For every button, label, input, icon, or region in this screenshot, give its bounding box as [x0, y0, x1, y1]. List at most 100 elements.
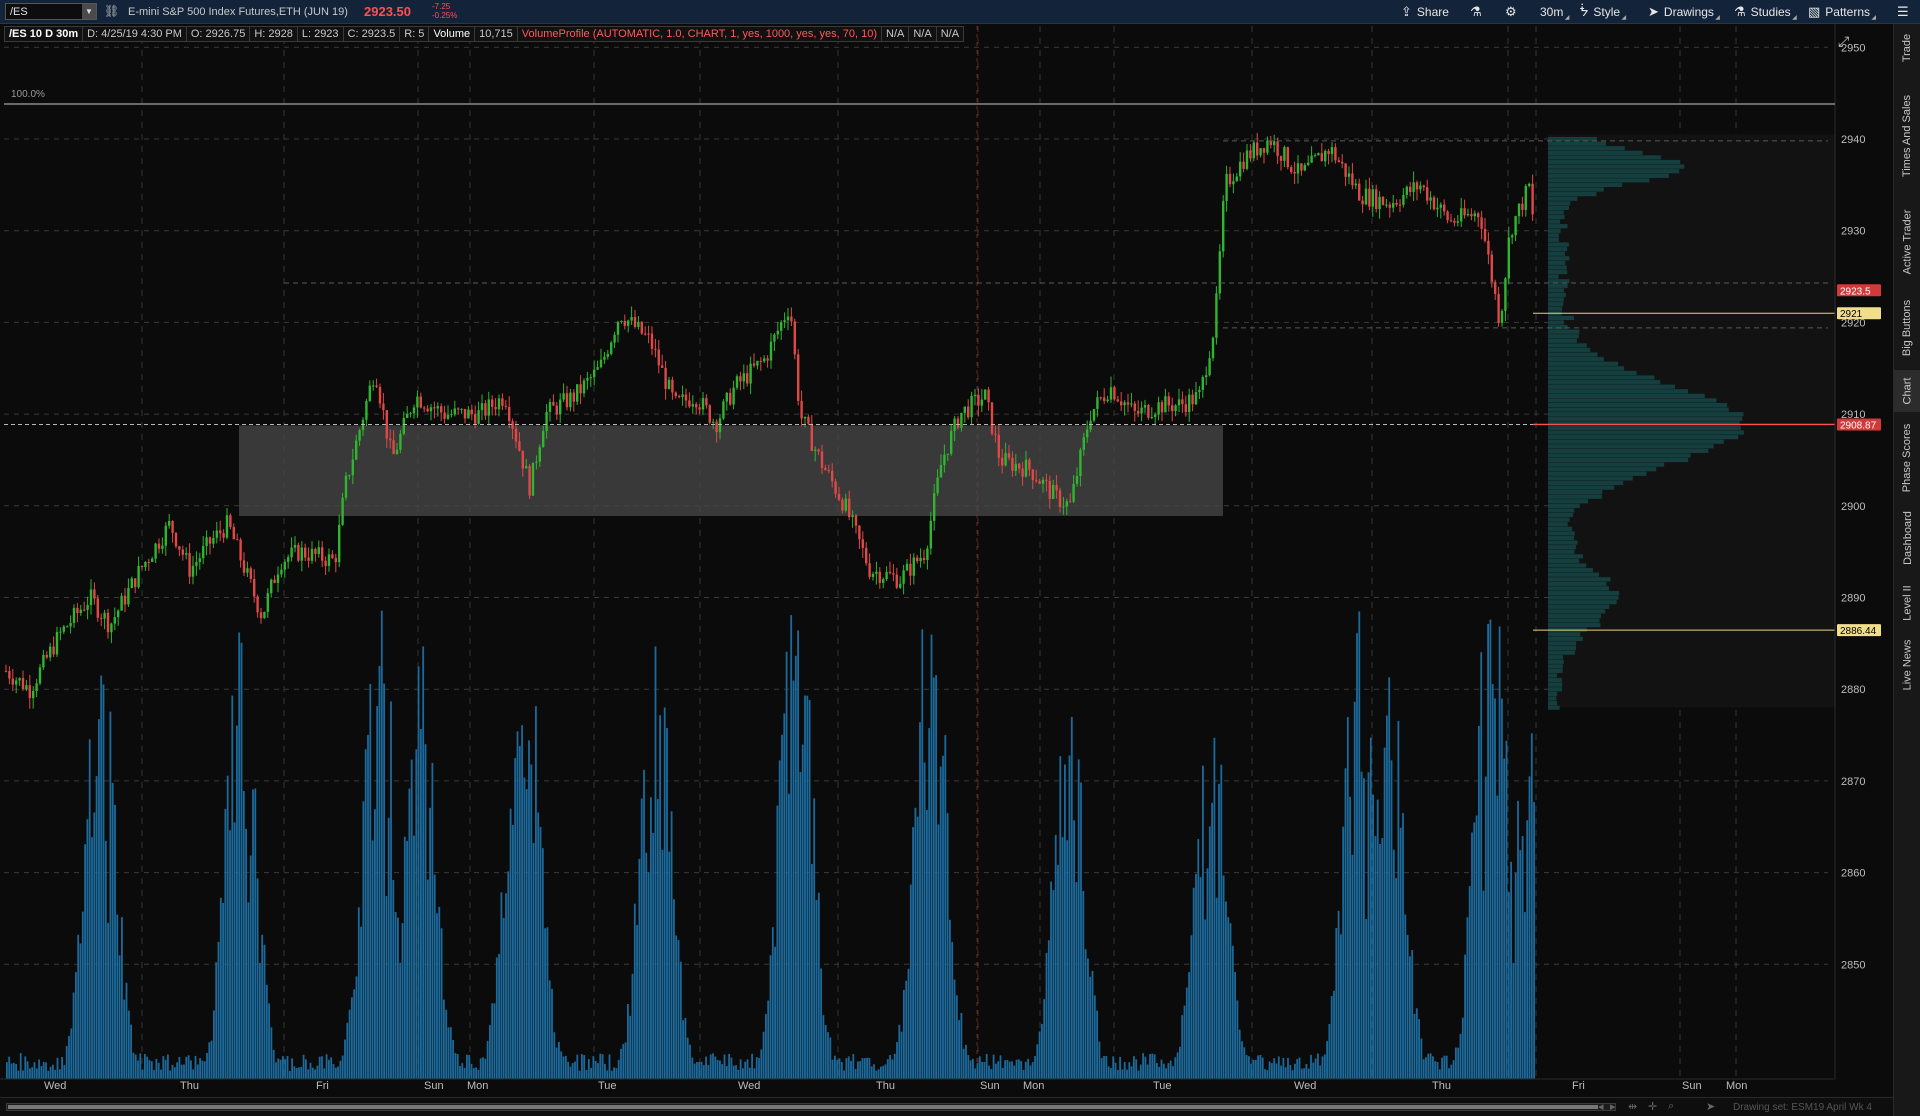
volume-bar	[1211, 802, 1213, 1079]
volume-study-label[interactable]: Volume	[429, 26, 476, 42]
link-icon[interactable]: ⛓	[104, 4, 119, 18]
profile-row	[1548, 678, 1562, 683]
volume-bar	[79, 943, 82, 1079]
volume-bar	[431, 762, 434, 1079]
volume-bar	[397, 917, 399, 1079]
tab-level-ii[interactable]: Level II	[1894, 578, 1920, 628]
candle-body	[1171, 405, 1174, 412]
tab-chart[interactable]: Chart	[1894, 370, 1920, 412]
volume-bar	[1227, 917, 1230, 1079]
candle-body	[895, 574, 898, 588]
settings-button[interactable]: ⚙	[1505, 3, 1517, 21]
candle-body	[1069, 501, 1072, 503]
volume-bar	[134, 1054, 137, 1079]
volume-bar	[318, 1056, 321, 1079]
volume-bar	[960, 1013, 963, 1079]
volume-bar	[627, 1004, 629, 1079]
volume-bar	[995, 1063, 997, 1079]
cursor-icon: ➤	[1648, 4, 1659, 19]
volume-bar	[1372, 794, 1374, 1079]
drawing-set-label[interactable]: Drawing set: ESM19 April Wk 4	[1733, 1102, 1872, 1113]
symbol-input[interactable]: /ES	[6, 6, 82, 18]
style-button[interactable]: ᖭ Style ◢	[1580, 3, 1626, 21]
candle-body	[341, 497, 344, 525]
scrollbar-thumb[interactable]	[8, 1105, 1598, 1109]
volume-bar	[1142, 1053, 1144, 1079]
profile-row	[1548, 233, 1559, 238]
volume-bar	[1510, 861, 1512, 1079]
profile-row	[1548, 384, 1675, 389]
volume-bar	[516, 731, 519, 1079]
scroll-right-icon[interactable]: ▸	[1610, 1100, 1616, 1113]
profile-row	[1548, 393, 1705, 398]
volume-bar	[123, 999, 126, 1079]
volume-profile-study-label[interactable]: VolumeProfile (AUTOMATIC, 1.0, CHART, 1,…	[517, 26, 882, 42]
menu-button[interactable]: ☰	[1897, 3, 1909, 21]
candle-body	[361, 419, 365, 431]
zoom-icon[interactable]: ⌕	[1668, 1100, 1674, 1113]
candle-body	[1072, 483, 1075, 502]
candle-body	[589, 377, 592, 379]
symbol-selector[interactable]: /ES ▼	[5, 3, 97, 20]
volume-bar	[532, 842, 535, 1079]
volume-bar	[1459, 1033, 1462, 1079]
horizontal-scrollbar[interactable]	[6, 1103, 1616, 1111]
candle-body	[1490, 254, 1493, 282]
price-chart[interactable]: 2923.529212908.872886.44 295029402930292…	[0, 24, 1893, 1097]
studies-button[interactable]: ⚗ Studies ◢	[1734, 3, 1797, 21]
volume-bar	[470, 1063, 473, 1079]
volume-bar	[344, 1039, 346, 1079]
volume-bar	[633, 903, 636, 1079]
candle-body	[331, 554, 334, 558]
volume-bar	[1367, 772, 1370, 1079]
pan-icon[interactable]: ⇹	[1628, 1100, 1637, 1113]
volume-bar	[493, 1003, 496, 1079]
tab-times-and-sales[interactable]: Times And Sales	[1894, 80, 1920, 192]
tab-big-buttons[interactable]: Big Buttons	[1894, 290, 1920, 366]
volume-bar	[983, 1062, 986, 1079]
volume-bar	[698, 1062, 701, 1079]
cursor-icon[interactable]: ➤	[1706, 1100, 1715, 1113]
candle-body	[317, 547, 320, 554]
volume-bar	[190, 1060, 192, 1079]
tab-live-news[interactable]: Live News	[1894, 632, 1920, 698]
share-button[interactable]: ⇪ Share	[1401, 3, 1449, 21]
volume-bar	[1047, 940, 1050, 1079]
volume-bar	[1406, 934, 1409, 1079]
timeframe-button[interactable]: 30m ◢	[1540, 3, 1569, 21]
chevron-down-icon[interactable]: ▼	[82, 4, 96, 19]
patterns-button[interactable]: ▧ Patterns ◢	[1808, 3, 1876, 21]
candle-body	[827, 470, 830, 472]
candle-body	[994, 433, 997, 435]
volume-bar	[325, 1054, 328, 1079]
time-axis-label: Mon	[1023, 1080, 1044, 1092]
volume-bar	[1231, 945, 1234, 1079]
expand-icon[interactable]: ⤢	[1838, 33, 1849, 49]
profile-row	[1548, 659, 1564, 664]
volume-bar	[891, 1059, 894, 1079]
tab-phase-scores[interactable]: Phase Scores	[1894, 418, 1920, 498]
volume-bar	[1434, 1061, 1437, 1079]
volume-bar	[1238, 1029, 1241, 1079]
time-axis-label: Wed	[44, 1080, 66, 1092]
drawings-button[interactable]: ➤ Drawings ◢	[1648, 3, 1720, 21]
volume-bar	[836, 1060, 839, 1079]
candle-body	[1048, 480, 1051, 499]
candle-body	[735, 376, 739, 388]
volume-bar	[744, 1061, 747, 1079]
candle-body	[49, 646, 52, 658]
flask-button[interactable]: ⚗	[1470, 3, 1482, 21]
scroll-left-icon[interactable]: ◂	[1598, 1100, 1604, 1113]
volume-bar	[997, 1061, 1000, 1079]
tab-active-trader[interactable]: Active Trader	[1894, 200, 1920, 284]
candle-body	[1001, 457, 1004, 466]
tab-dashboard[interactable]: Dashboard	[1894, 502, 1920, 574]
tab-trade[interactable]: Trade	[1894, 28, 1920, 68]
candle-body	[1296, 163, 1300, 174]
candle-body	[426, 408, 429, 412]
volume-bar	[592, 1056, 595, 1079]
crosshair-icon[interactable]: ✛	[1648, 1100, 1657, 1113]
profile-row	[1548, 577, 1611, 582]
candle-body	[1276, 141, 1279, 157]
candle-body	[620, 321, 623, 323]
